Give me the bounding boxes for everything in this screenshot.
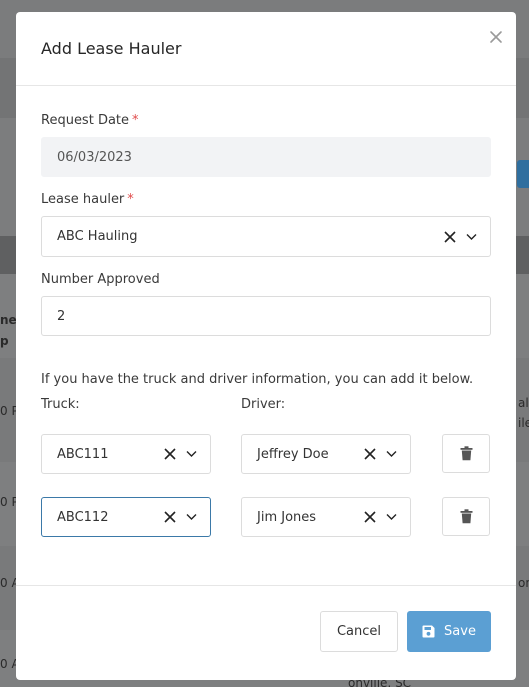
number-approved-label: Number Approved: [41, 272, 160, 287]
save-label: Save: [444, 624, 476, 639]
bg-blue-button: [517, 160, 529, 188]
clear-icon[interactable]: [364, 448, 376, 460]
clear-icon[interactable]: [164, 448, 176, 460]
lease-hauler-value: ABC Hauling: [57, 229, 138, 244]
bg-text: ile: [518, 416, 529, 430]
clear-icon[interactable]: [364, 511, 376, 523]
chevron-down-icon[interactable]: [466, 233, 477, 240]
required-marker: *: [132, 113, 139, 128]
bg-text: on: [518, 576, 529, 590]
driver-label: Driver:: [241, 397, 286, 412]
required-marker: *: [127, 192, 134, 207]
request-date-field[interactable]: 06/03/2023: [41, 137, 491, 177]
close-icon: [490, 31, 502, 43]
number-approved-value: 2: [57, 308, 66, 324]
trash-icon: [460, 509, 472, 524]
truck-driver-hint: If you have the truck and driver informa…: [41, 372, 474, 387]
modal-title: Add Lease Hauler: [41, 39, 182, 58]
delete-row-button-1[interactable]: [442, 434, 490, 473]
save-button[interactable]: Save: [407, 611, 491, 652]
footer-divider: [16, 585, 516, 586]
close-button[interactable]: [487, 28, 505, 46]
bg-text: p: [0, 334, 9, 348]
request-date-label-text: Request Date: [41, 113, 130, 128]
truck-label: Truck:: [41, 397, 80, 412]
save-icon: [422, 625, 435, 638]
truck-select-2[interactable]: ABC112: [41, 497, 211, 537]
number-approved-input[interactable]: 2: [41, 296, 491, 336]
truck-select-1[interactable]: ABC111: [41, 434, 211, 474]
bg-text: al-: [518, 396, 529, 410]
cancel-button[interactable]: Cancel: [320, 611, 398, 652]
chevron-down-icon[interactable]: [386, 514, 397, 521]
add-lease-hauler-modal: Add Lease Hauler Request Date * 06/03/202…: [16, 12, 516, 680]
driver-select-2[interactable]: Jim Jones: [241, 497, 411, 537]
request-date-label: Request Date *: [41, 113, 139, 128]
clear-icon[interactable]: [164, 511, 176, 523]
request-date-value: 06/03/2023: [57, 149, 132, 165]
modal-header: Add Lease Hauler: [16, 12, 516, 86]
bg-text: ne: [0, 313, 17, 327]
chevron-down-icon[interactable]: [186, 514, 197, 521]
chevron-down-icon[interactable]: [186, 451, 197, 458]
driver-select-1[interactable]: Jeffrey Doe: [241, 434, 411, 474]
delete-row-button-2[interactable]: [442, 497, 490, 536]
lease-hauler-label: Lease hauler *: [41, 192, 134, 207]
trash-icon: [460, 446, 472, 461]
lease-hauler-select[interactable]: ABC Hauling: [41, 216, 491, 257]
lease-hauler-label-text: Lease hauler: [41, 192, 125, 207]
clear-icon[interactable]: [444, 230, 456, 243]
chevron-down-icon[interactable]: [386, 451, 397, 458]
